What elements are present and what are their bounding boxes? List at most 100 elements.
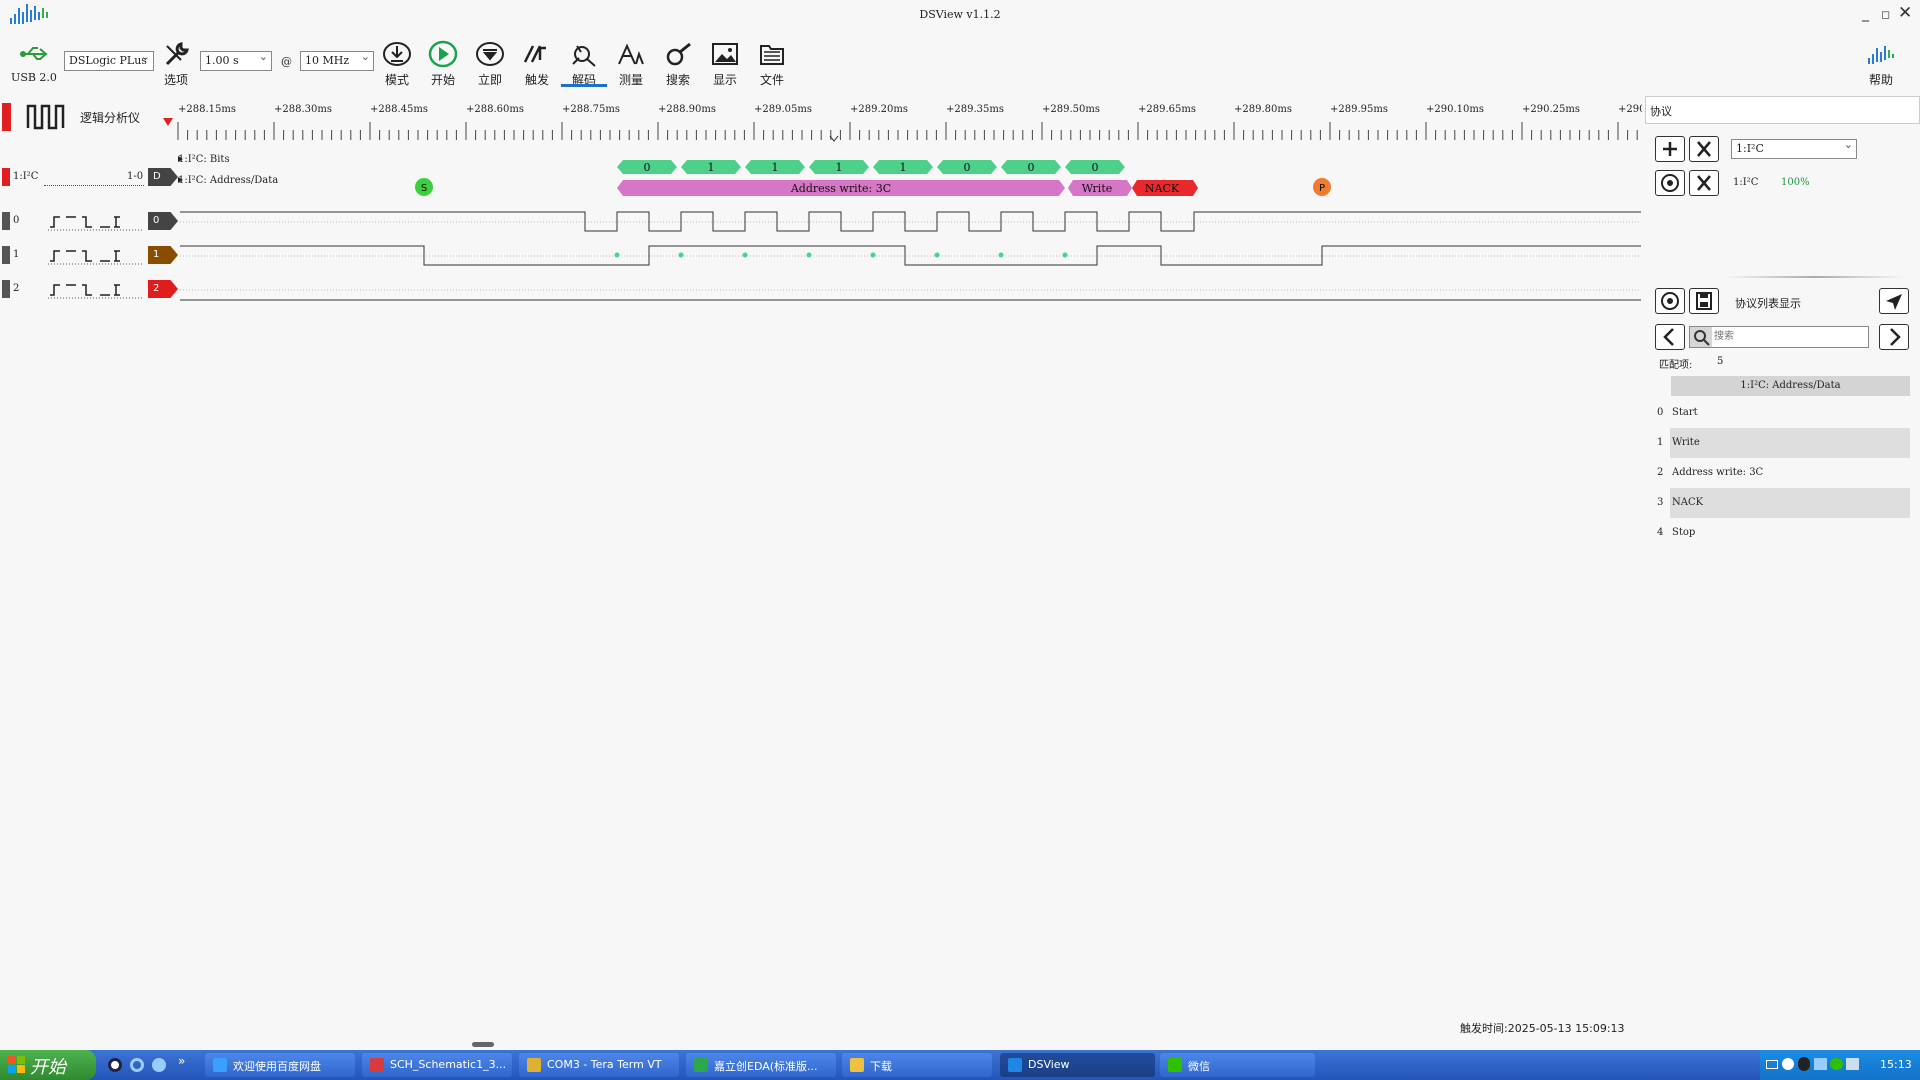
decode-button[interactable]: 解码 [561,40,607,88]
usb-device-button[interactable]: USB 2.0 [10,40,58,84]
instant-button[interactable]: 立即 [467,40,513,88]
taskbar-item[interactable]: SCH_Schematic1_3... [362,1053,512,1077]
options-button[interactable]: 选项 [153,40,199,88]
protocol-list-row[interactable]: 0 Start [1657,398,1910,428]
scrollbar-thumb[interactable] [472,1042,494,1047]
next-match-button[interactable] [1879,324,1909,350]
protocol-list-row[interactable]: 4 Stop [1657,518,1910,548]
list-column-header[interactable]: 1:I²C: Address/Data [1671,376,1910,396]
expand-arrows-icon[interactable] [178,156,184,186]
decoder-type-select[interactable]: 1:I²C [1731,138,1857,159]
start-button[interactable]: 开始 [420,40,466,88]
waveform-area[interactable]: 0 1 1 1 1 0 0 0 Address write: 3C Write NACK S P 1:I… [0,150,1645,1050]
ruler-tick-label: +290 [1618,104,1642,115]
decoder-dotted-line [44,185,144,186]
taskbar-item[interactable]: 下载 [842,1053,992,1077]
nack-annotation-label: NACK [1145,182,1180,195]
trigger-type-icons[interactable] [48,281,142,299]
search-input[interactable] [1714,328,1864,345]
taskbar-item[interactable]: 欢迎使用百度网盘 [205,1053,355,1077]
save-list-button[interactable] [1689,288,1719,314]
start-menu-button[interactable]: 开始 [0,1050,96,1080]
ruler-tick-label: +289.35ms [946,104,1004,115]
decoder-row-bits-label[interactable]: 1:I²C: Bits [178,154,230,165]
measure-button[interactable]: 测量 [608,40,654,88]
channel-tag[interactable]: 2 [148,280,178,298]
taskbar-app-icon [213,1058,227,1072]
duration-select[interactable]: 1.00 s [200,50,272,71]
close-x-icon [1697,141,1711,157]
match-label: 匹配项: [1659,360,1693,371]
close-button[interactable]: ✕ [1898,3,1912,23]
taskbar-app-icon [850,1058,864,1072]
jump-button[interactable] [1879,288,1909,314]
decoder-name-label[interactable]: 1:I²C [13,171,38,182]
channel-row-label[interactable]: 0 0 [0,210,180,232]
windows-logo-icon [8,1056,25,1073]
analyzer-mode-marker [2,103,11,131]
channel-row-label[interactable]: 1 1 [0,244,180,266]
browser-icon[interactable] [152,1058,166,1072]
tray-arrow-icon[interactable] [1782,1058,1794,1070]
analyzer-mode-label: 逻辑分析仪 [0,100,160,134]
channel-tag[interactable]: 1 [148,246,178,264]
protocol-list-row[interactable]: 2 Address write: 3C [1657,458,1910,488]
row-index: 3 [1657,497,1664,508]
previous-match-button[interactable] [1655,324,1685,350]
write-annotation-label: Write [1082,182,1113,195]
trigger-type-icons[interactable] [48,247,142,265]
ruler-tick-label: +290.10ms [1426,104,1484,115]
channel-row-label[interactable]: 2 2 [0,278,180,300]
volume-icon[interactable] [1846,1058,1859,1070]
horizontal-scrollbar[interactable] [0,1040,1640,1048]
wechat-tray-icon[interactable] [1830,1058,1843,1070]
samplerate-select[interactable]: 10 MHz [300,50,374,71]
channel-color-marker [2,280,10,298]
keyboard-icon[interactable] [1766,1060,1778,1069]
search-button[interactable]: 搜索 [655,40,701,88]
help-button[interactable]: 帮助 [1855,40,1907,88]
qq-icon[interactable] [1798,1057,1810,1071]
remove-all-decoders-button[interactable] [1689,136,1719,162]
add-decoder-button[interactable] [1655,136,1685,162]
protocol-list-row[interactable]: 1 Write [1657,428,1910,458]
ruler-tick-label: +289.65ms [1138,104,1196,115]
start-marker-label: S [421,183,427,194]
ruler-tick-label: +289.80ms [1234,104,1292,115]
network-icon[interactable] [1814,1058,1827,1070]
trigger-type-icons[interactable] [48,213,142,231]
channel-tag[interactable]: 0 [148,212,178,230]
decoder-settings-button[interactable] [1655,170,1685,196]
protocol-list-row[interactable]: 3 NACK [1657,488,1910,518]
time-ruler[interactable]: +288.15ms +288.30ms +288.45ms +288.60ms +288… [170,96,1642,146]
quick-launch-app-icon[interactable] [108,1058,122,1072]
row-index: 1 [1657,437,1664,448]
taskbar-item[interactable]: 微信 [1160,1053,1315,1077]
taskbar-item[interactable]: 嘉立创EDA(标准版... [686,1053,836,1077]
title-bar: DSView v1.1.2 _ ◻ ✕ [0,0,1920,30]
restore-button[interactable]: ◻ [1881,8,1890,21]
decoded-bit-label: 0 [644,161,651,174]
search-magnifier-icon [666,42,691,66]
minimize-button[interactable]: _ [1862,6,1869,22]
taskbar-item[interactable]: COM3 - Tera Term VT [519,1053,679,1077]
search-field[interactable] [1689,326,1869,348]
ie-icon[interactable] [130,1058,144,1072]
delete-decoder-button[interactable] [1689,170,1719,196]
device-select[interactable]: DSLogic PLus [64,50,154,71]
taskbar-item-label: 下载 [870,1060,892,1073]
decoder-row-address-label[interactable]: 1:I²C: Address/Data [178,175,278,186]
list-settings-button[interactable] [1655,288,1685,314]
file-button[interactable]: 文件 [749,40,795,88]
mode-button[interactable]: 模式 [374,40,420,88]
decoded-bit-label: 1 [772,161,779,174]
taskbar-item-label: SCH_Schematic1_3... [390,1058,507,1071]
trigger-button[interactable]: 触发 [514,40,560,88]
more-quicklaunch-icon[interactable]: » [178,1054,185,1068]
display-button[interactable]: 显示 [702,40,748,88]
channel-index: 1 [13,249,20,260]
taskbar-item[interactable]: DSView [1000,1053,1155,1077]
clock[interactable]: 15:13 [1880,1058,1912,1071]
sample-point [614,252,620,258]
channel-color-marker [2,212,10,230]
